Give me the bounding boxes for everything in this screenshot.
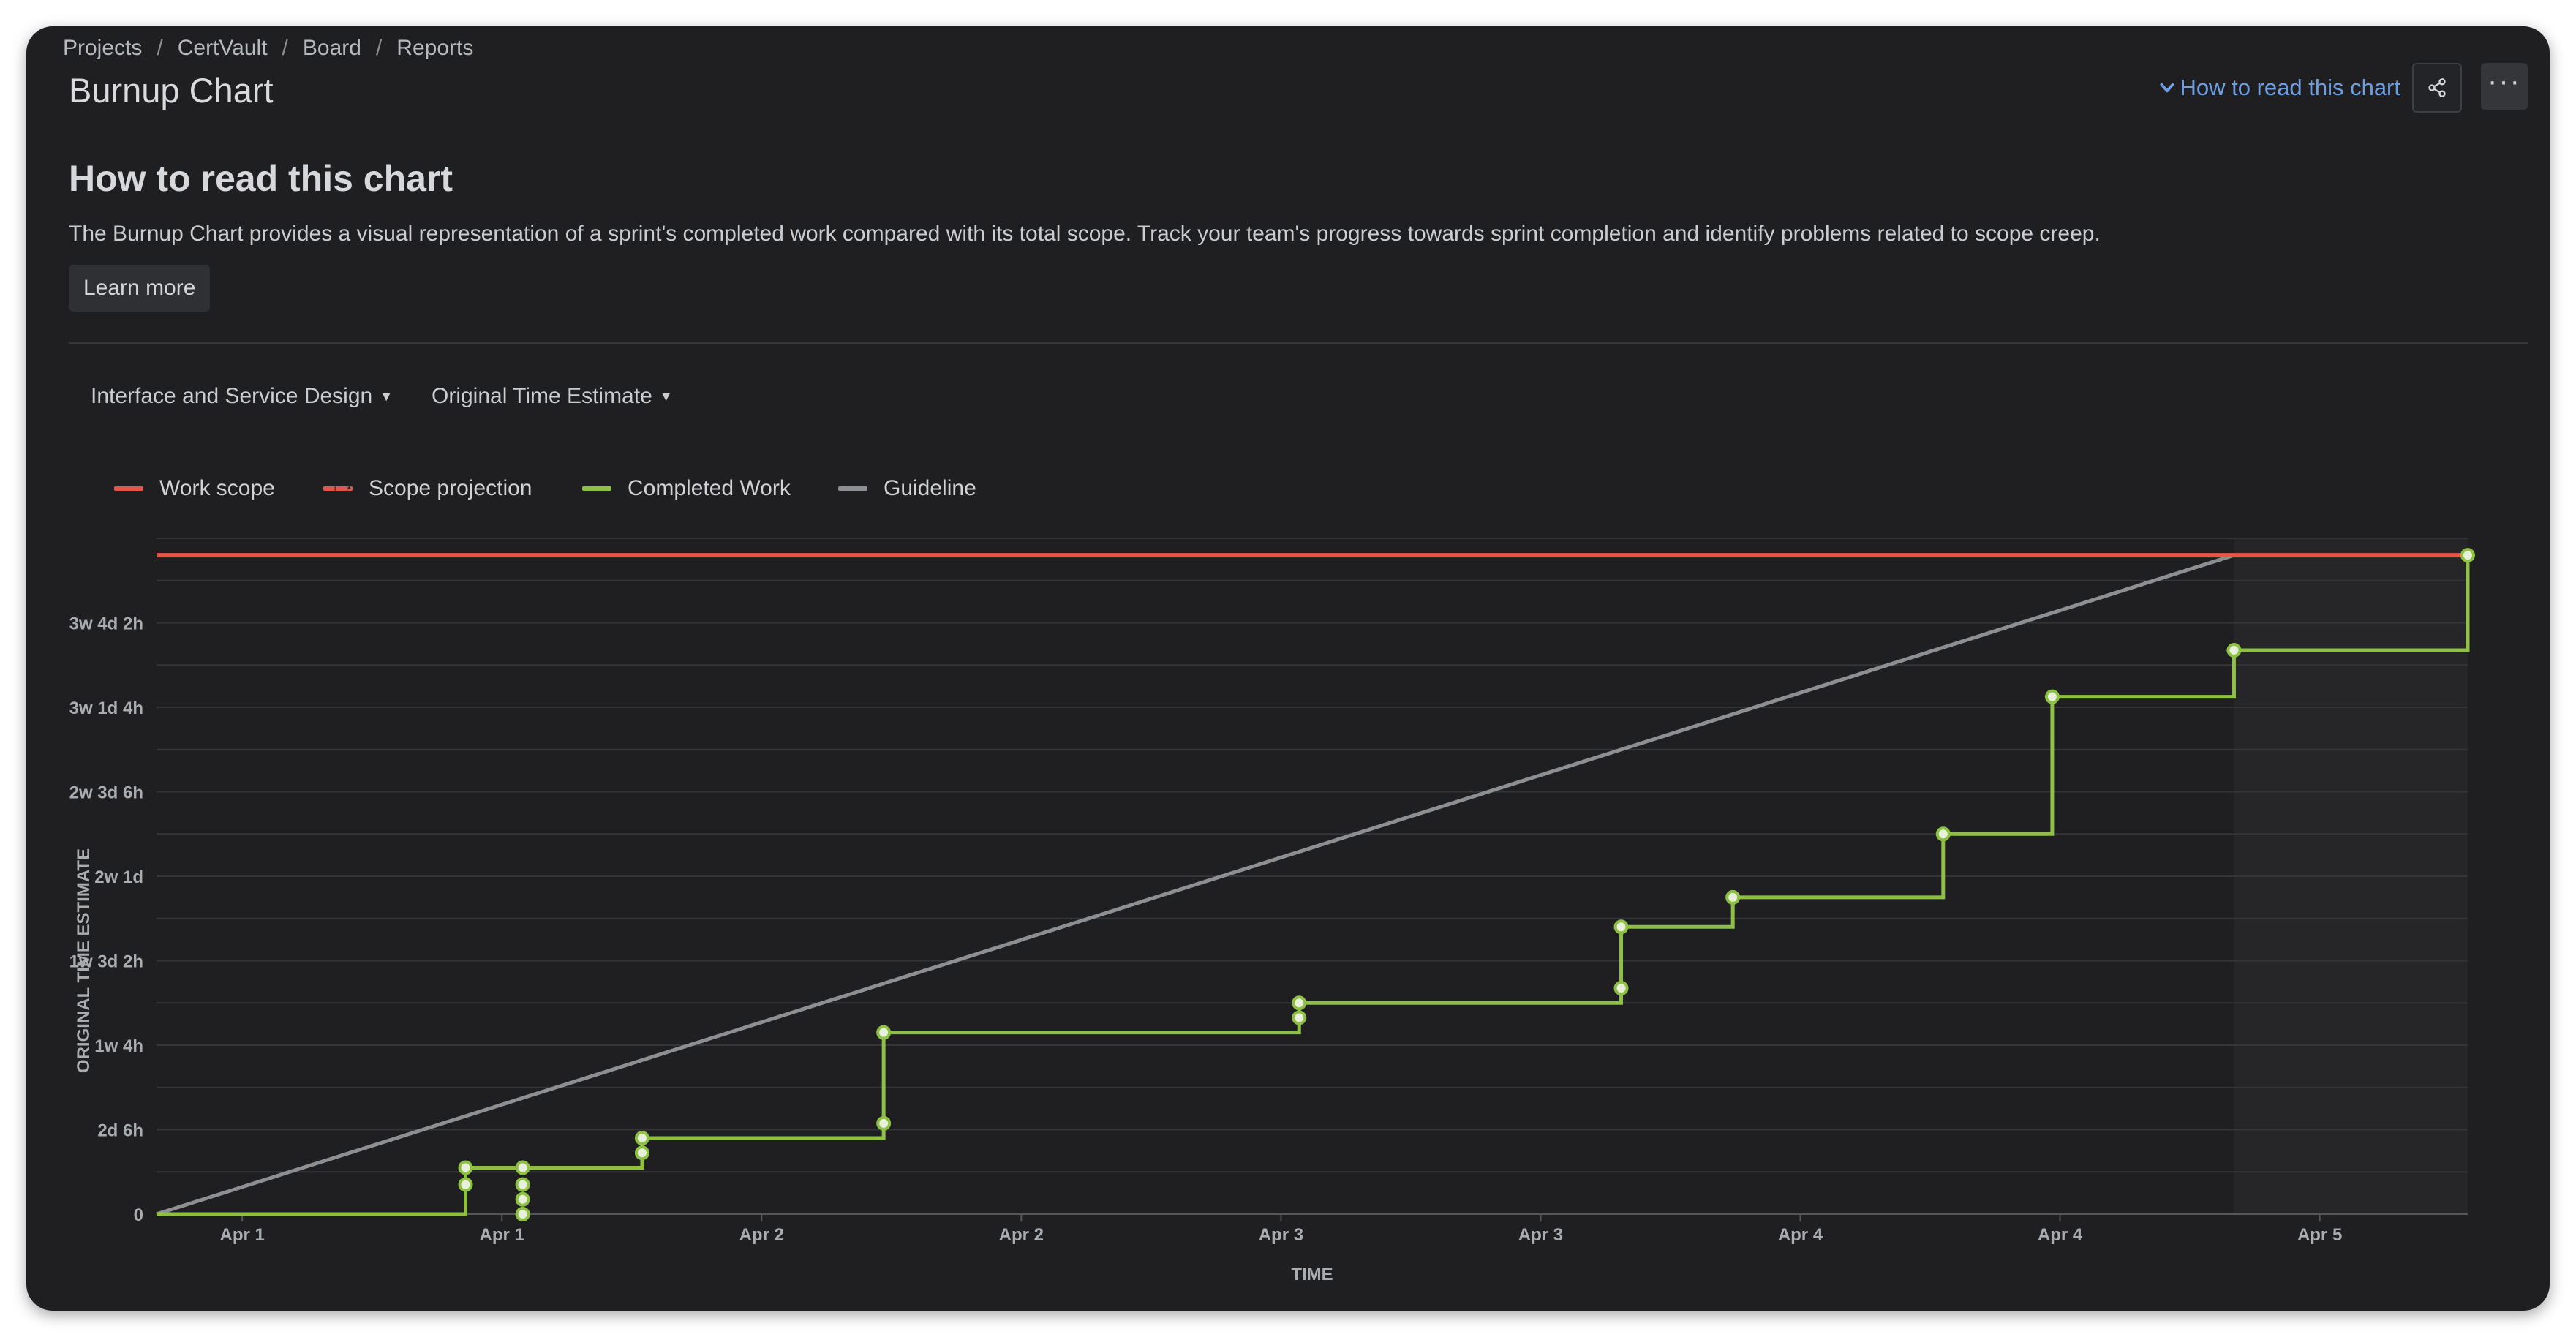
completed-work-point[interactable] (515, 1177, 530, 1192)
report-window: Projects / CertVault / Board / Reports B… (26, 26, 2550, 1311)
how-to-read-heading: How to read this chart (69, 158, 453, 199)
learn-more-button[interactable]: Learn more (69, 265, 211, 312)
estimate-filter-value: Original Time Estimate (432, 384, 652, 408)
estimate-filter-dropdown[interactable]: Original Time Estimate ▼ (432, 377, 673, 415)
legend-guideline[interactable]: Guideline (838, 471, 976, 506)
x-tick-label: Apr 5 (2297, 1225, 2342, 1245)
legend-label: Scope projection (369, 476, 532, 500)
chevron-down-icon (2160, 83, 2174, 93)
x-tick-label: Apr 4 (2038, 1225, 2083, 1245)
y-tick-label: 1w 4h (94, 1036, 143, 1056)
y-tick-label: 2w 3d 6h (69, 783, 143, 803)
legend-completed-work[interactable]: Completed Work (582, 471, 791, 506)
how-to-read-label: How to read this chart (2180, 75, 2400, 100)
completed-work-point[interactable] (1613, 919, 1629, 935)
x-tick-label: Apr 3 (1518, 1225, 1563, 1245)
x-axis-title: TIME (1291, 1265, 1333, 1284)
completed-work-point[interactable] (1292, 1010, 1307, 1025)
legend-scope-projection[interactable]: Scope projection (323, 471, 532, 506)
breadcrumb-separator: / (282, 36, 288, 60)
x-tick-label: Apr 1 (480, 1225, 524, 1245)
section-divider (69, 342, 2528, 344)
completed-work-point[interactable] (515, 1191, 530, 1207)
legend-swatch (114, 486, 143, 491)
more-actions-button[interactable]: ··· (2481, 63, 2528, 110)
breadcrumb-board[interactable]: Board (303, 31, 361, 66)
completed-work-point[interactable] (634, 1131, 649, 1146)
completed-work-point[interactable] (2460, 548, 2475, 563)
x-tick-label: Apr 2 (739, 1225, 784, 1245)
breadcrumb-certvault[interactable]: CertVault (178, 31, 268, 66)
completed-work-point[interactable] (876, 1115, 892, 1131)
caret-down-icon: ▼ (659, 389, 673, 404)
legend-label: Completed Work (628, 476, 791, 500)
completed-work-line (157, 555, 2470, 1216)
completed-work-point[interactable] (1725, 889, 1741, 905)
burnup-chart: 02d 6h1w 4h1w 3d 2h2w 1d2w 3d 6h3w 1d 4h… (69, 538, 2475, 1284)
legend-label: Work scope (159, 476, 275, 500)
breadcrumb-projects[interactable]: Projects (63, 31, 142, 66)
share-button[interactable] (2412, 63, 2462, 113)
y-tick-label: 3w 1d 4h (69, 698, 143, 718)
completed-work-point[interactable] (634, 1145, 649, 1161)
completed-work-point[interactable] (1292, 995, 1307, 1011)
board-filter-value: Interface and Service Design (91, 384, 373, 408)
completed-work-point[interactable] (1613, 981, 1629, 996)
y-tick-label: 0 (134, 1205, 143, 1225)
caret-down-icon: ▼ (380, 389, 393, 404)
legend-label: Guideline (884, 476, 976, 500)
guideline-line (156, 553, 2235, 1216)
how-to-read-link[interactable]: How to read this chart (2158, 70, 2400, 105)
more-icon: ··· (2488, 65, 2521, 97)
legend-swatch (582, 486, 611, 491)
y-tick-label: 2d 6h (97, 1121, 143, 1141)
x-tick-label: Apr 2 (999, 1225, 1044, 1245)
breadcrumb-separator: / (157, 36, 163, 60)
how-to-read-description: The Burnup Chart provides a visual repre… (69, 222, 2101, 246)
completed-work-point[interactable] (1935, 826, 1951, 842)
x-tick-label: Apr 1 (219, 1225, 264, 1245)
breadcrumb-reports[interactable]: Reports (396, 31, 473, 66)
breadcrumb-separator: / (375, 36, 383, 60)
x-tick-label: Apr 4 (1778, 1225, 1823, 1245)
page-title: Burnup Chart (69, 71, 274, 110)
y-tick-label: 3w 4d 2h (69, 614, 143, 634)
completed-work-point[interactable] (515, 1160, 530, 1175)
completed-work-point[interactable] (2044, 689, 2060, 704)
completed-work-point[interactable] (458, 1160, 473, 1175)
completed-work-point[interactable] (876, 1025, 892, 1040)
y-axis-title: ORIGINAL TIME ESTIMATE (74, 848, 94, 1073)
legend-work-scope[interactable]: Work scope (114, 471, 275, 506)
board-filter-dropdown[interactable]: Interface and Service Design ▼ (91, 377, 393, 415)
x-tick-label: Apr 3 (1259, 1225, 1303, 1245)
completed-work-point[interactable] (515, 1207, 530, 1221)
legend-swatch (838, 486, 867, 491)
y-tick-label: 2w 1d (94, 867, 143, 887)
completed-work-point[interactable] (2226, 643, 2242, 658)
completed-work-point[interactable] (458, 1177, 473, 1192)
legend-swatch (323, 486, 353, 491)
share-icon (2428, 78, 2446, 97)
breadcrumb: Projects / CertVault / Board / Reports (63, 31, 473, 66)
